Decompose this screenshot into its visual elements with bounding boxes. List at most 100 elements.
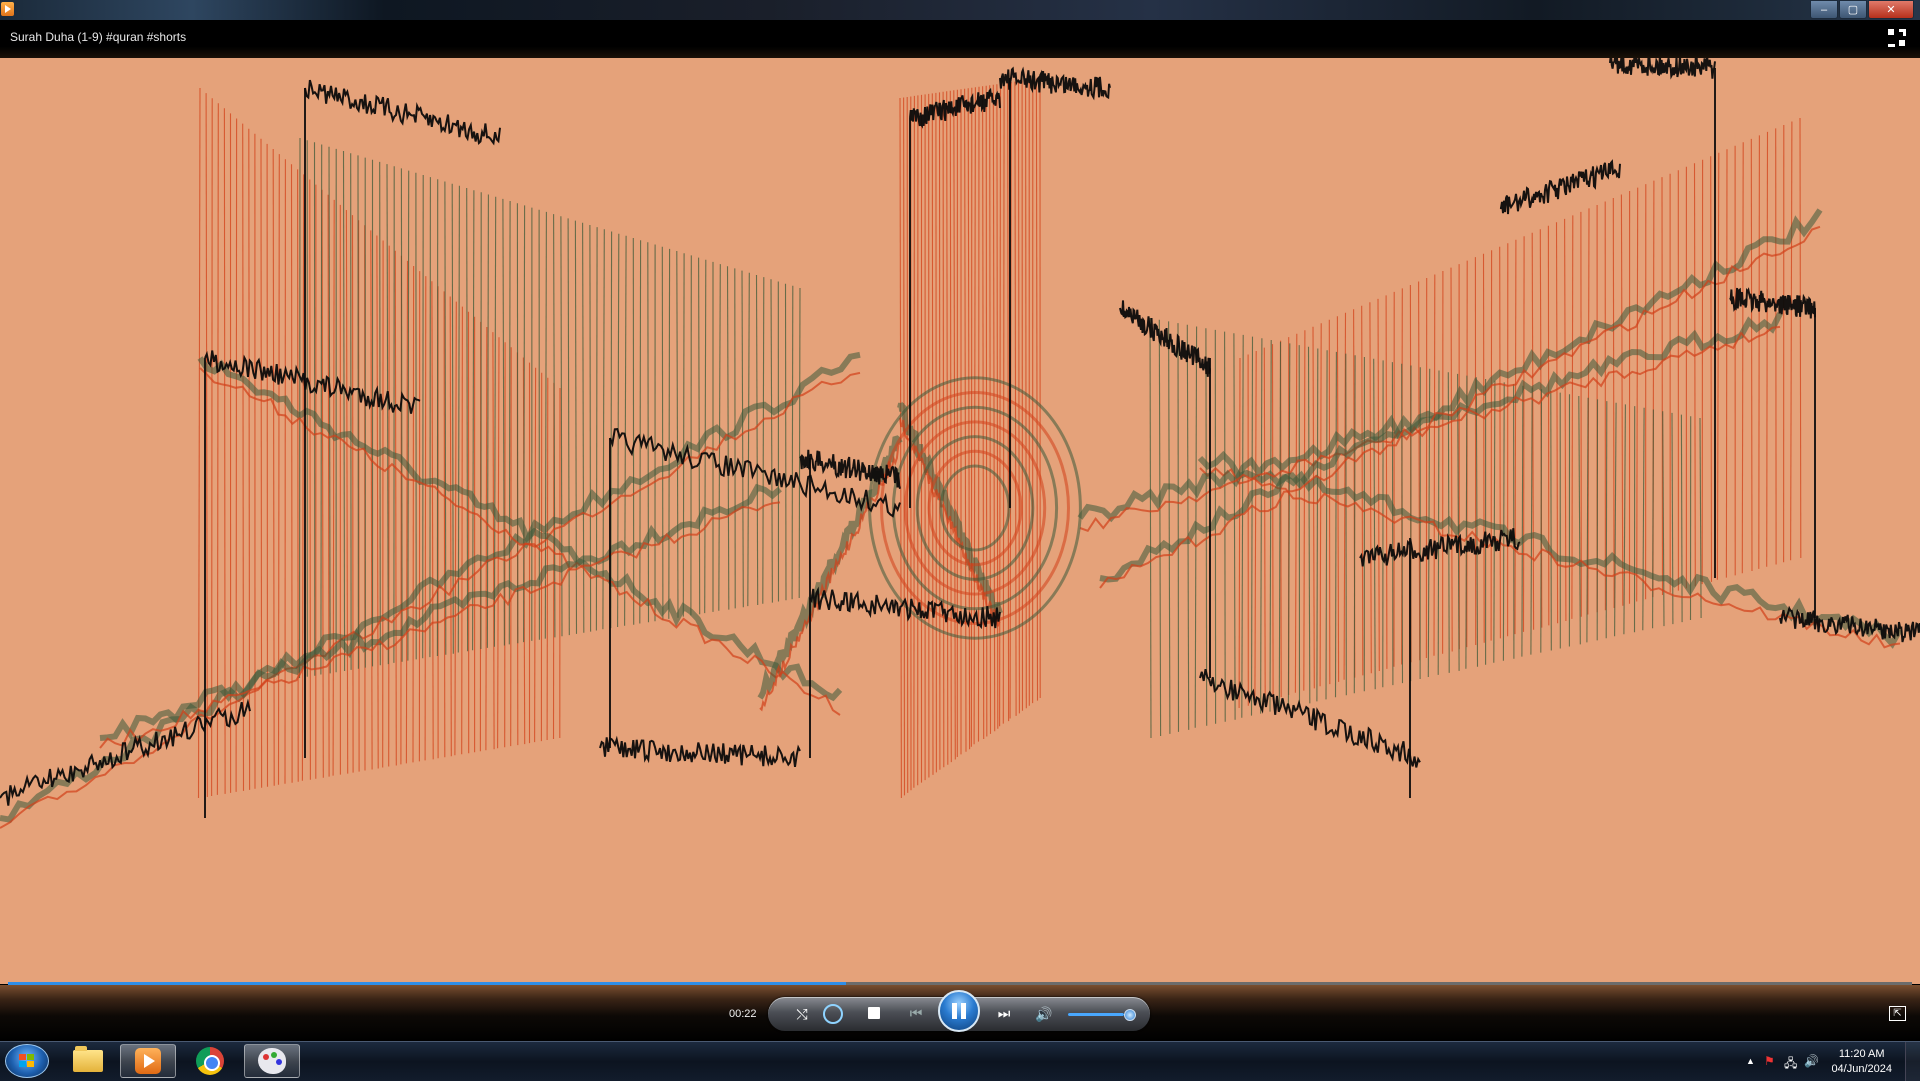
waveform-stroke — [1392, 362, 1393, 685]
waveform-stroke — [458, 186, 459, 653]
waveform-band — [900, 403, 1000, 613]
pause-icon — [952, 1003, 957, 1019]
waveform-stroke — [997, 84, 998, 729]
waveform-stroke — [353, 215, 354, 773]
waveform-stroke — [1178, 323, 1179, 732]
waveform-stroke — [462, 307, 463, 755]
switch-to-library-button[interactable]: ⇱ — [1889, 1006, 1906, 1021]
waveform-stroke — [273, 149, 274, 786]
waveform-stroke — [1494, 381, 1495, 663]
waveform-stroke — [1742, 142, 1743, 573]
waveform-stroke — [1234, 333, 1235, 719]
media-player-icon — [135, 1048, 161, 1074]
network-icon[interactable]: 🖧 — [1784, 1054, 1797, 1075]
waveform-stroke — [907, 97, 908, 793]
media-player-app-icon[interactable] — [1, 2, 14, 16]
pause-button[interactable] — [938, 990, 980, 1032]
waveform-stroke — [1500, 247, 1501, 639]
waveform-stroke — [965, 89, 966, 752]
waveform-stroke — [493, 332, 494, 749]
waveform-stroke — [430, 177, 431, 657]
waveform-stroke — [298, 169, 299, 781]
clock[interactable]: 11:20 AM 04/Jun/2024 — [1831, 1047, 1892, 1077]
volume-tray-icon[interactable]: 🔊 — [1804, 1054, 1819, 1068]
waveform-stroke — [1672, 413, 1673, 624]
waveform-stroke — [1003, 83, 1004, 724]
shuffle-button[interactable]: ⤭ — [792, 1004, 812, 1024]
waveform-stroke — [786, 284, 787, 601]
waveform-stroke — [1515, 240, 1516, 634]
waveform-stroke — [408, 171, 409, 661]
waveform-stroke — [603, 229, 604, 629]
waveform-stroke — [302, 174, 303, 780]
waveform-stroke — [1159, 320, 1160, 736]
paint-icon — [258, 1048, 286, 1074]
waveform-stroke — [1264, 348, 1265, 702]
close-button[interactable]: ✕ — [1868, 0, 1914, 19]
waveform-stroke — [1370, 302, 1371, 673]
waveform-stroke — [968, 88, 969, 749]
waveform-stroke — [395, 251, 396, 766]
waveform-stroke — [1681, 415, 1682, 622]
waveform-stroke — [1374, 359, 1376, 690]
taskbar-explorer[interactable] — [60, 1044, 116, 1078]
waveform-stroke — [389, 246, 390, 767]
waveform-stroke — [1717, 153, 1718, 580]
minimize-button[interactable]: – — [1810, 0, 1838, 19]
waveform-stroke — [487, 195, 488, 648]
window-buttons: – ▢ ✕ — [1809, 0, 1914, 18]
waveform-stroke — [455, 302, 456, 756]
taskbar-chrome[interactable] — [182, 1044, 238, 1078]
waveform-stroke — [1273, 344, 1274, 699]
waveform-outline — [1000, 69, 1110, 98]
video-canvas[interactable] — [0, 58, 1920, 984]
waveform-stroke — [1261, 338, 1262, 713]
waveform-stroke — [535, 368, 536, 742]
waveform-stroke — [1695, 163, 1696, 586]
waveform-stroke — [310, 180, 311, 780]
stop-button[interactable] — [868, 1007, 880, 1019]
waveform-stroke — [1304, 330, 1305, 690]
previous-button[interactable]: ⏮ — [900, 1003, 932, 1023]
volume-level — [1068, 1013, 1124, 1016]
waveform-stroke — [486, 327, 487, 750]
waveform-stroke — [452, 184, 453, 654]
action-center-flag-icon[interactable]: ⚑ — [1764, 1054, 1775, 1068]
waveform-stroke — [1362, 306, 1363, 676]
waveform-stroke — [1484, 254, 1485, 643]
volume-slider-handle[interactable] — [1124, 1009, 1136, 1021]
waveform-stroke — [432, 281, 433, 759]
waveform-stroke — [932, 93, 933, 775]
waveform-stroke — [1800, 118, 1801, 558]
waveform-stroke — [1309, 347, 1310, 704]
waveform-outline — [1500, 162, 1620, 215]
waveform-stroke — [450, 297, 451, 757]
waveform-stroke — [983, 86, 984, 739]
waveform-stroke — [757, 275, 758, 605]
taskbar-media-player[interactable] — [120, 1044, 176, 1078]
maximize-button[interactable]: ▢ — [1839, 0, 1867, 19]
show-hidden-icons-button[interactable]: ▲ — [1746, 1056, 1755, 1066]
fullscreen-toggle-icon[interactable] — [1888, 29, 1906, 47]
waveform-stroke — [719, 264, 721, 611]
waveform-stroke — [1239, 358, 1240, 708]
waveform-stroke — [936, 93, 937, 773]
waveform-stroke — [1320, 323, 1321, 686]
waveform-stroke — [1313, 327, 1314, 689]
volume-slider[interactable] — [1068, 1013, 1130, 1016]
waveform-stroke — [547, 378, 548, 740]
waveform-stroke — [900, 98, 901, 798]
start-button[interactable] — [5, 1044, 49, 1078]
waveform-stroke — [1579, 396, 1581, 644]
taskbar-paint[interactable] — [244, 1044, 300, 1078]
waveform-stroke — [380, 162, 381, 665]
waveform-stroke — [792, 286, 793, 599]
video-title-strip: Surah Duha (1-9) #quran #shorts — [0, 20, 1920, 58]
waveform-stroke — [1015, 82, 1016, 716]
waveform-stroke — [748, 273, 750, 606]
show-desktop-button[interactable] — [1905, 1042, 1920, 1081]
repeat-button[interactable] — [823, 1004, 843, 1024]
waveform-stroke — [1255, 351, 1256, 704]
mute-button[interactable]: 🔊 — [1034, 1005, 1054, 1023]
next-button[interactable]: ⏭ — [988, 1003, 1020, 1023]
